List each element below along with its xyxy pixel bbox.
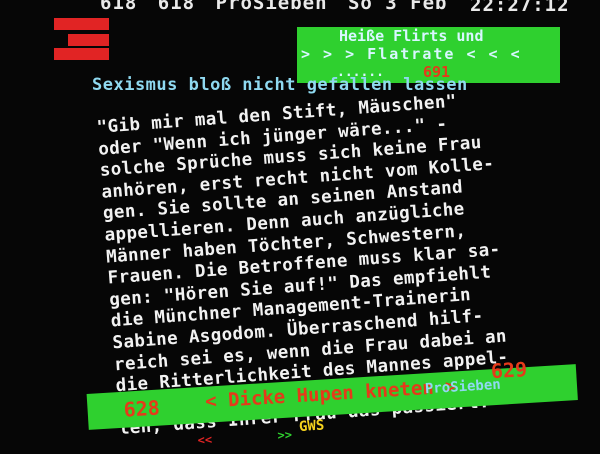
gws-label: GWS [298,417,325,436]
teletext-screen: 618 618 ProSieben So 3 Feb 22:27:12 Heiß… [0,0,600,450]
promo-line-1: Heiße Flirts und [339,27,484,45]
red-nav-arrows[interactable]: << [197,432,212,447]
current-page-number: 618 [100,0,138,14]
promo-line-2: > > > Flatrate < < < [301,45,522,63]
logo-bar-bottom [54,48,109,60]
logo-bar-top [54,18,109,30]
teletext-header: 618 618 ProSieben So 3 Feb 22:27:12 [100,0,570,22]
header-clock: 22:27:12 [470,0,570,16]
logo-bar-middle [68,34,109,46]
channel-name: ProSieben [215,0,328,14]
header-date: So 3 Feb [347,0,448,14]
article-headline: Sexismus bloß nicht gefallen lassen [92,75,468,95]
channel-page-number: 618 [157,0,196,14]
previous-page-link[interactable]: 628 [123,396,161,422]
green-nav-arrows[interactable]: >> [277,428,292,443]
prosieben-logo-icon [54,18,110,66]
